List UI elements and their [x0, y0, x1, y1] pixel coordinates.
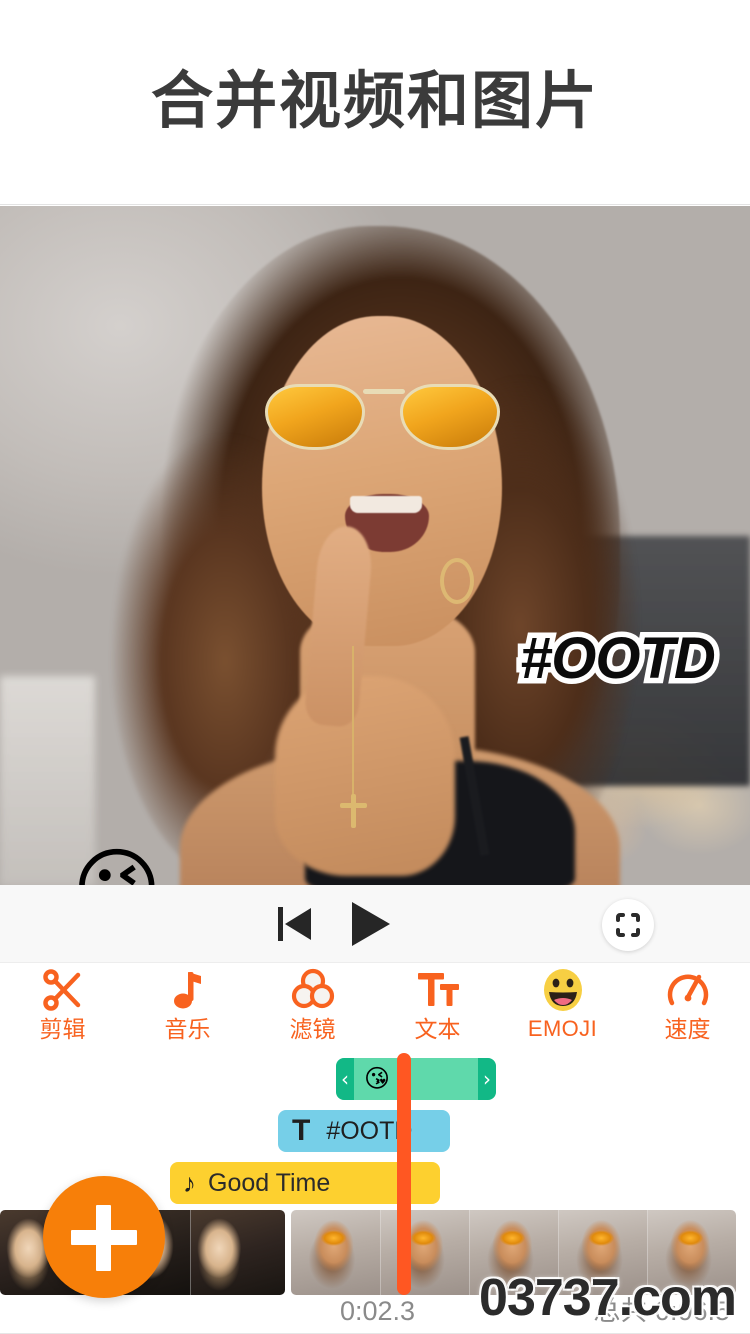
tool-button-cut[interactable]: 剪辑 [0, 963, 125, 1053]
timeline-track-text[interactable]: T #OOTD [278, 1110, 450, 1152]
timeline-track-emoji[interactable]: ‹ 😘 › [336, 1058, 496, 1100]
tool-button-music[interactable]: 音乐 [125, 963, 250, 1053]
clip-frame [291, 1210, 380, 1295]
tool-label-speed: 速度 [664, 1016, 711, 1042]
player-controls-bar [0, 885, 750, 963]
tool-button-filter[interactable]: 滤镜 [250, 963, 375, 1053]
subject-necklace [352, 646, 354, 796]
text-overlay[interactable]: #OOTD [515, 624, 722, 693]
play-icon[interactable] [352, 902, 390, 946]
necklace-cross-horizontal [340, 803, 367, 808]
plus-icon [96, 1205, 111, 1271]
tool-label-music: 音乐 [164, 1016, 211, 1042]
tool-button-speed[interactable]: 速度 [625, 963, 750, 1053]
app-root: 合并视频和图片 #OOTD 😘 [0, 0, 750, 1334]
emoji-track-handle-left[interactable]: ‹ [336, 1058, 354, 1100]
page-header: 合并视频和图片 [0, 0, 750, 205]
sunglasses-bridge [363, 389, 405, 394]
fullscreen-crop-icon[interactable] [602, 899, 654, 951]
emoji-track-handle-right[interactable]: › [478, 1058, 496, 1100]
add-media-button[interactable] [43, 1176, 165, 1298]
text-tt-icon [414, 968, 462, 1012]
tool-label-cut: 剪辑 [39, 1016, 86, 1042]
sunglasses [265, 384, 500, 452]
sunglasses-lens-left [265, 384, 365, 450]
emoji-track-thumbnail: 😘 [364, 1064, 391, 1093]
video-preview[interactable]: #OOTD 😘 [0, 206, 750, 885]
filter-circles-icon [289, 968, 337, 1012]
skip-to-start-icon[interactable] [278, 904, 316, 944]
clip-frame [190, 1210, 285, 1295]
tool-button-emoji[interactable]: EMOJI [500, 963, 625, 1053]
text-track-icon: T [292, 1114, 311, 1147]
site-watermark: 03737.com [479, 1269, 737, 1327]
face-blowing-a-kiss-emoji[interactable]: 😘 [72, 846, 162, 885]
tool-label-filter: 滤镜 [289, 1016, 336, 1042]
playhead[interactable] [397, 1053, 411, 1295]
music-track-label: Good Time [208, 1168, 331, 1197]
page-title: 合并视频和图片 [150, 67, 599, 136]
current-time-label: 0:02.3 [340, 1296, 416, 1326]
subject-hand [275, 676, 455, 876]
smiley-icon [539, 968, 587, 1012]
speedometer-icon [664, 968, 712, 1012]
music-note-icon: ♪ [183, 1168, 196, 1198]
clip-frame [380, 1210, 469, 1295]
tool-button-text[interactable]: 文本 [375, 963, 500, 1053]
tool-label-emoji: EMOJI [527, 1016, 598, 1041]
tool-label-text: 文本 [414, 1016, 461, 1042]
necklace-cross-vertical [351, 794, 356, 828]
scissors-icon [39, 968, 87, 1012]
music-note-icon [164, 968, 212, 1012]
tool-row: 剪辑 音乐 滤镜 文本 EMOJI 速度 [0, 963, 750, 1053]
subject-earring [440, 558, 474, 604]
subject-teeth [350, 496, 422, 513]
sunglasses-lens-right [400, 384, 500, 450]
